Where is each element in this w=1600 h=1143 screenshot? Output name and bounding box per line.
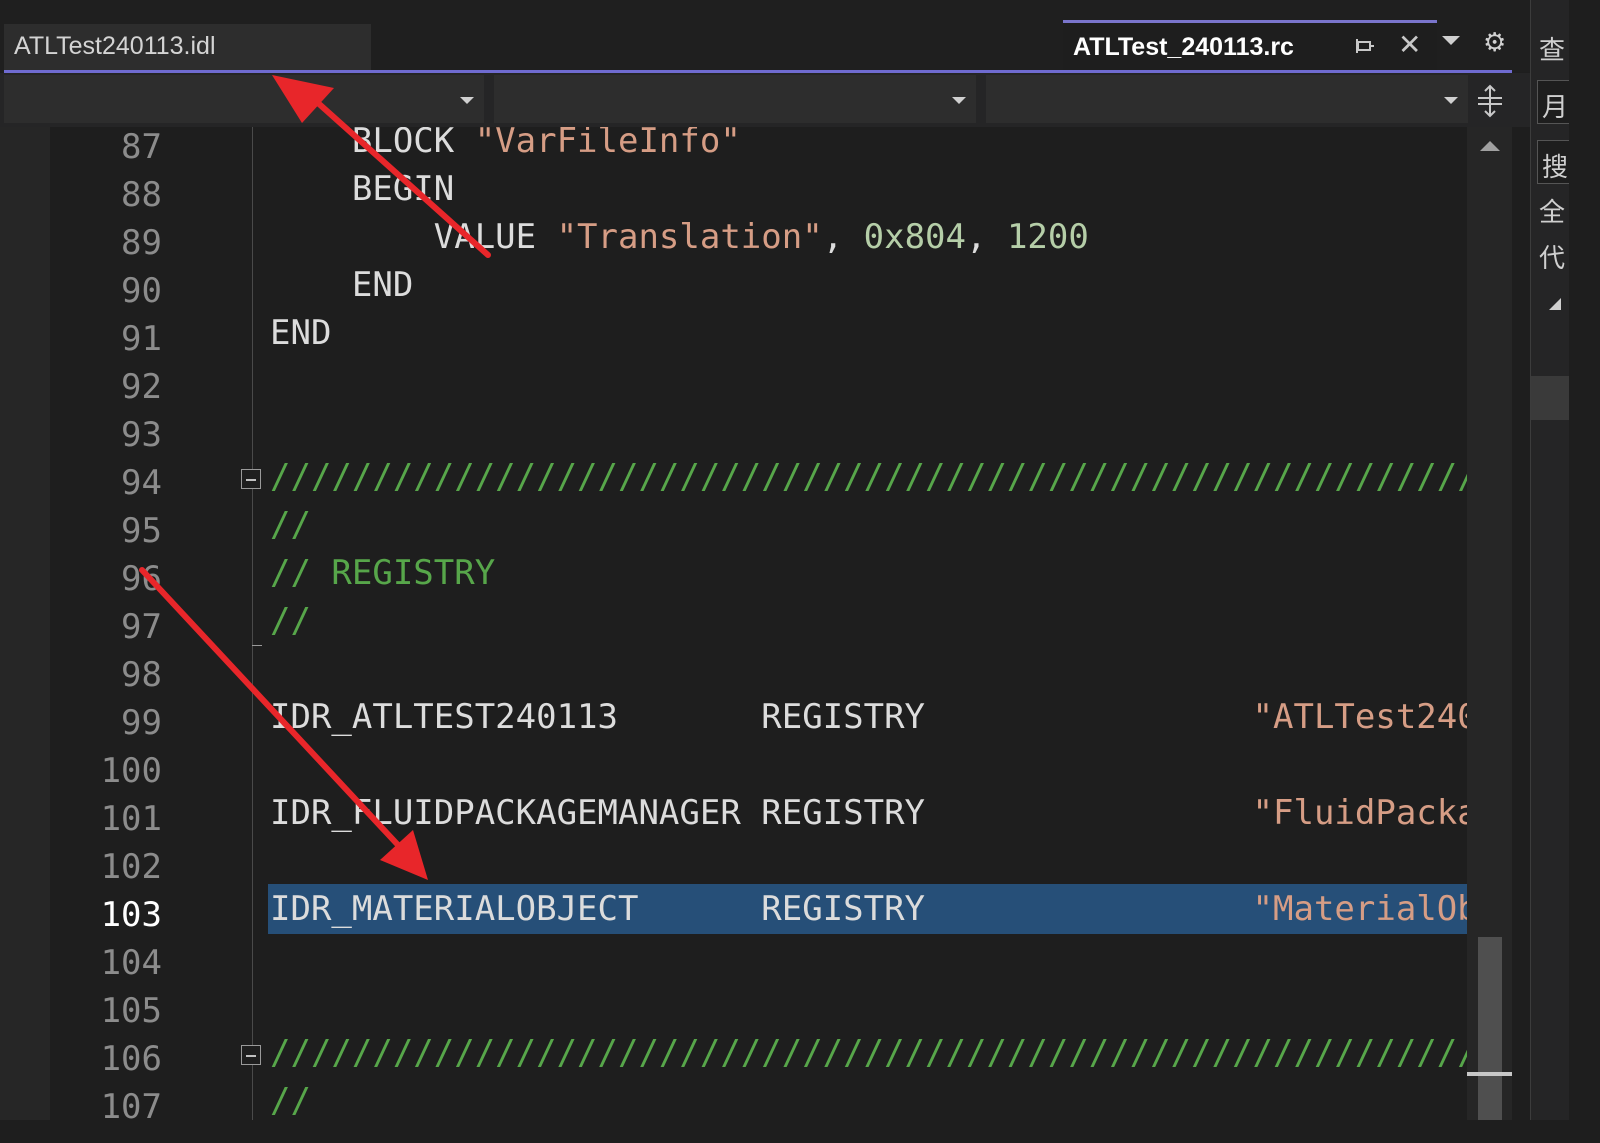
- code-line-87: BLOCK "VarFileInfo": [270, 127, 741, 161]
- gear-icon[interactable]: ⚙: [1483, 30, 1506, 56]
- chevron-down-icon: [1444, 97, 1458, 104]
- expand-triangle-icon[interactable]: [1549, 298, 1561, 310]
- code-editor[interactable]: BLOCK "VarFileInfo" BEGIN VALUE "Transla…: [270, 127, 1467, 1120]
- scroll-up-icon[interactable]: [1480, 141, 1500, 151]
- code-line-107: //: [270, 1081, 311, 1120]
- code-line-106: ////////////////////////////////////////…: [270, 1033, 1467, 1073]
- project-scope-dropdown[interactable]: [4, 75, 484, 123]
- search-input[interactable]: 搜: [1537, 140, 1569, 184]
- code-line-90: END: [270, 265, 414, 305]
- split-window-icon[interactable]: [1475, 84, 1505, 118]
- member-scope-dropdown[interactable]: [986, 75, 1468, 123]
- collapse-icon[interactable]: [241, 1045, 261, 1065]
- type-scope-dropdown[interactable]: [494, 75, 976, 123]
- line-number-gutter: 87 88 89 90 91 92 93 94 95 96 97 98 99 1…: [50, 127, 230, 1127]
- tab-atltest-rc[interactable]: ATLTest_240113.rc ✕: [1063, 20, 1437, 72]
- collapse-icon[interactable]: [241, 469, 261, 489]
- indicator-margin[interactable]: [0, 127, 50, 1120]
- chevron-down-icon: [952, 97, 966, 104]
- code-line-91: END: [270, 313, 332, 353]
- tab-label: ATLTest_240113.rc: [1073, 33, 1294, 61]
- code-line-101: IDR_FLUIDPACKAGEMANAGER REGISTRY "FluidP…: [270, 793, 1467, 833]
- navigation-bar: [0, 73, 1530, 127]
- line-number: 105: [100, 991, 162, 1031]
- line-number: 98: [121, 655, 162, 695]
- scrollbar-thumb[interactable]: [1478, 937, 1502, 1120]
- pin-icon[interactable]: [1353, 37, 1375, 55]
- line-number: 89: [121, 223, 162, 263]
- panel-row-highlight: [1531, 376, 1569, 420]
- code-line-97: //: [270, 601, 311, 641]
- chevron-down-icon: [460, 97, 474, 104]
- line-number: 92: [121, 367, 162, 407]
- panel-input[interactable]: 月: [1537, 80, 1569, 124]
- panel-option-label[interactable]: 全: [1539, 192, 1565, 229]
- tab-overflow-dropdown-icon[interactable]: [1442, 36, 1460, 45]
- line-number: 99: [121, 703, 162, 743]
- vertical-scrollbar[interactable]: [1467, 127, 1512, 1120]
- line-number: 104: [100, 943, 162, 983]
- code-line-89: VALUE "Translation", 0x804, 1200: [270, 217, 1089, 257]
- code-line-95: //: [270, 505, 311, 545]
- line-number: 107: [100, 1087, 162, 1127]
- line-number: 101: [100, 799, 162, 839]
- line-number: 87: [121, 127, 162, 167]
- line-number: 100: [100, 751, 162, 791]
- line-number: 90: [121, 271, 162, 311]
- close-icon[interactable]: ✕: [1398, 31, 1421, 59]
- current-line-number: 103: [100, 895, 162, 935]
- code-line-99: IDR_ATLTEST240113 REGISTRY "ATLTest24011…: [270, 697, 1467, 737]
- line-number: 102: [100, 847, 162, 887]
- line-number: 95: [121, 511, 162, 551]
- find-panel: 查 月 搜 全 代: [1530, 0, 1569, 1120]
- caret-position-marker: [1467, 1072, 1512, 1076]
- panel-option-label[interactable]: 代: [1539, 238, 1565, 275]
- tab-label: ATLTest240113.idl: [14, 32, 216, 60]
- panel-title: 查: [1539, 36, 1566, 66]
- line-number: 94: [121, 463, 162, 503]
- tab-atltest-idl[interactable]: ATLTest240113.idl: [4, 24, 371, 70]
- code-line-103: IDR_MATERIALOBJECT REGISTRY "MaterialObj…: [270, 889, 1467, 929]
- outline-guide: [252, 127, 253, 1120]
- line-number: 97: [121, 607, 162, 647]
- line-number: 106: [100, 1039, 162, 1079]
- outline-end-marker: [252, 645, 262, 646]
- line-number: 93: [121, 415, 162, 455]
- code-line-94: ////////////////////////////////////////…: [270, 457, 1467, 497]
- line-number: 88: [121, 175, 162, 215]
- code-line-88: BEGIN: [270, 169, 455, 209]
- line-number: 91: [121, 319, 162, 359]
- document-tab-strip: ATLTest240113.idl ATLTest_240113.rc ✕ ⚙: [0, 0, 1530, 72]
- code-line-96: // REGISTRY: [270, 553, 496, 593]
- line-number: 96: [121, 559, 162, 599]
